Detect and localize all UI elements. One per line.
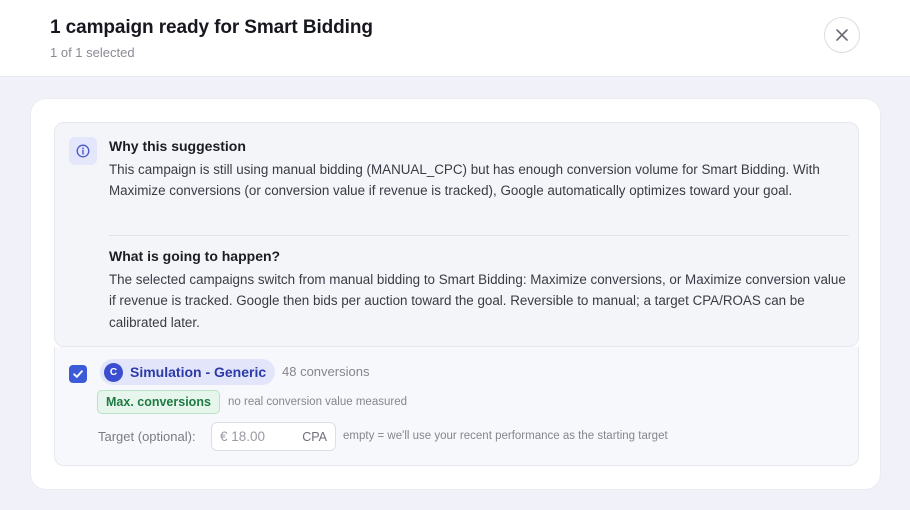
close-icon [836,29,848,41]
campaign-avatar: C [104,362,123,382]
why-title: Why this suggestion [109,138,246,154]
target-label: Target (optional): [98,429,196,444]
strategy-note: no real conversion value measured [228,396,407,408]
selection-count: 1 of 1 selected [50,45,135,60]
target-hint: empty = we'll use your recent performanc… [343,430,668,442]
section-divider [109,235,849,236]
target-field[interactable]: CPA [211,422,336,451]
dialog-header: 1 campaign ready for Smart Bidding 1 of … [0,0,910,77]
dialog-title: 1 campaign ready for Smart Bidding [50,17,373,38]
info-icon [69,137,97,165]
strategy-badge: Max. conversions [97,390,220,414]
campaign-chip[interactable]: C Simulation - Generic [100,359,276,385]
what-title: What is going to happen? [109,248,281,264]
close-button[interactable] [824,17,860,53]
what-body: The selected campaigns switch from manua… [109,272,846,330]
campaign-name: Simulation - Generic [130,364,267,380]
conversion-count: 48 conversions [282,364,370,379]
campaign-row: C Simulation - Generic 48 conversions Ma… [54,347,859,466]
suggestion-panel: Why this suggestion This campaign is sti… [54,122,859,347]
why-body: This campaign is still using manual bidd… [109,162,820,199]
dialog-card: Why this suggestion This campaign is sti… [30,98,881,490]
check-icon [73,370,83,378]
target-unit: CPA [302,429,327,444]
campaign-checkbox[interactable] [69,365,87,383]
target-cpa-input[interactable] [220,429,298,444]
